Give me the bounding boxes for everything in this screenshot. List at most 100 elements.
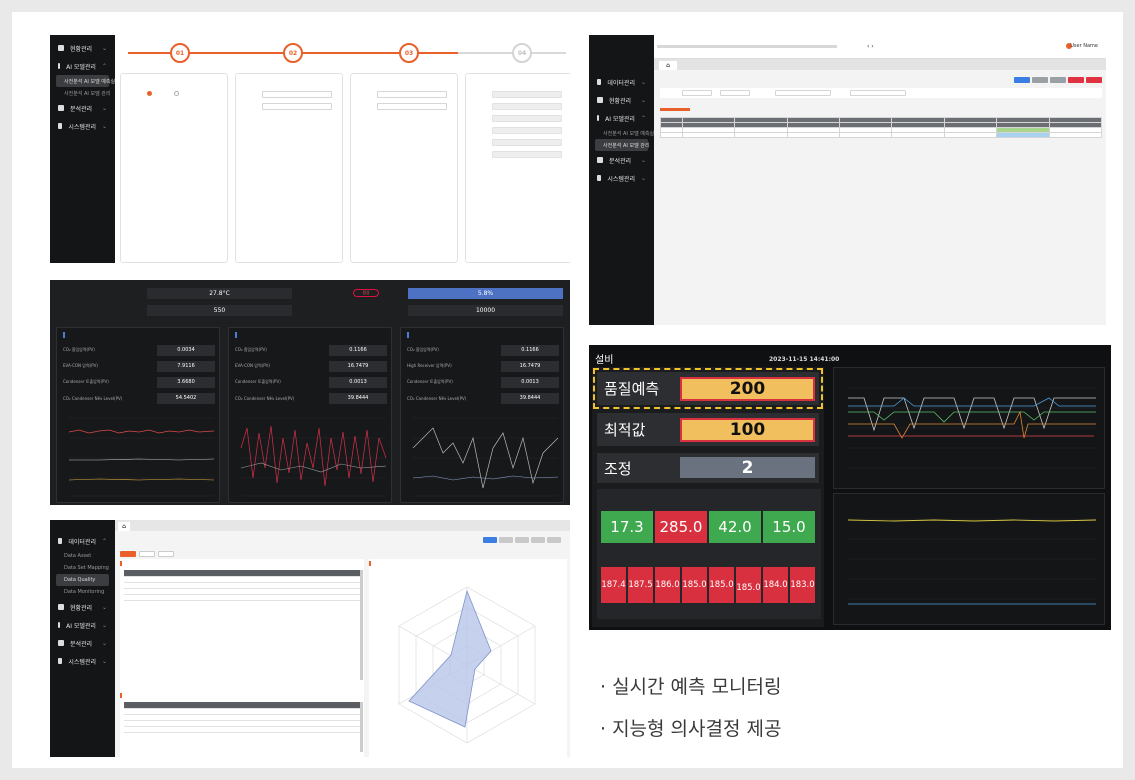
sidebar-item-system[interactable]: 시스템관리 ⌄ [589,169,654,187]
red-value-cell: 183.0 [790,567,815,603]
action-button[interactable] [547,537,561,543]
main-content [115,531,570,757]
metric-value: 16.7479 [329,360,387,372]
action-button[interactable] [531,537,545,543]
table-row[interactable] [659,132,1103,138]
sidebar-sub-predict[interactable]: 사전분석 AI 모델 예측실 [56,75,115,87]
scrollbar[interactable] [360,702,363,752]
search-button[interactable] [483,537,497,543]
sidebar-item-data[interactable]: 데이터관리 ⌄ [589,73,654,91]
section-marker [120,693,122,698]
delete-button[interactable] [1068,77,1084,83]
metric-value: 0.0034 [157,344,215,356]
sidebar-item-analysis[interactable]: 분석관리 ⌄ [50,99,115,117]
quality-table-2-card [120,691,364,757]
sidebar-item-ai-model[interactable]: AI 모델관리 ⌃ [50,57,115,75]
action-button[interactable] [515,537,529,543]
analysis-icon [597,157,603,163]
action-button[interactable] [499,537,513,543]
green-cell-1: 17.3 [601,511,653,543]
sidebar-item-analysis[interactable]: 분석관리 ⌄ [589,151,654,169]
add-button[interactable] [1050,77,1066,83]
radio-selected[interactable] [147,91,152,96]
sidebar-item-status[interactable]: 현황관리 ⌄ [50,39,115,57]
scrollbar[interactable] [360,570,363,680]
feature-bullet-2: · 지능형 의사결정 제공 [600,718,782,740]
chevron-down-icon: ⌄ [101,104,107,112]
metric-value: 7.9116 [157,360,215,372]
tab-home[interactable]: ⌂ [118,522,130,531]
status-icon [597,97,603,103]
sidebar-item-status[interactable]: 현황관리 ⌄ [589,91,654,109]
sidebar-item-data[interactable]: 데이터관리 ⌃ [50,532,115,550]
trend-chart-lower [833,493,1105,625]
metric-label: EVA-CON 압력(PV) [63,363,98,368]
sidebar-sub-data-monitoring[interactable]: Data Monitoring [50,586,115,598]
sidebar-item-system[interactable]: 시스템관리 ⌄ [50,652,115,670]
optimal-value: 100 [680,418,815,442]
sidebar-item-status[interactable]: 현황관리 ⌄ [50,598,115,616]
table-row[interactable] [124,726,360,733]
reset-button[interactable] [1032,77,1048,83]
sidebar: 데이터관리 ⌃ Data Asset Data Set Mapping Data … [50,520,115,757]
sidebar-sub-manage[interactable]: 사전분석 AI 모델 관리 [50,87,115,99]
search-button[interactable] [1014,77,1030,83]
step-2[interactable]: 02 [283,43,303,63]
quality-table-2 [124,702,360,733]
readonly-field [492,103,562,110]
equipment-select[interactable] [775,90,831,96]
sidebar-item-analysis[interactable]: 분석관리 ⌄ [50,634,115,652]
sidebar-sub-data-set-mapping[interactable]: Data Set Mapping [50,562,115,574]
model-input[interactable] [262,91,332,98]
adjust-label: 조정 [604,460,632,478]
cooling-section-2: ​ CO₂ 흡입압력(PV)0.1166 EVA-CON 압력(PV)16.74… [228,327,392,503]
quality-value: 200 [680,377,815,401]
gear-icon [58,658,63,664]
step-3[interactable]: 03 [399,43,419,63]
metric-value: 16.7479 [501,360,559,372]
chevron-down-icon: ⌄ [101,122,107,130]
sidebar-sub-predict[interactable]: 사전분석 AI 모델 예측실 [589,127,654,139]
model-select[interactable] [850,90,906,96]
radio-unselected[interactable] [174,91,179,96]
start-date-input[interactable] [682,90,712,96]
version-select[interactable] [262,103,332,110]
cooling-section-1: ​ CO₂ 흡입압력(PV)0.0034 EVA-CON 압력(PV)7.911… [56,327,220,503]
red-value-cell: 185.0 [709,567,734,603]
tab-home[interactable]: ⌂ [659,61,677,70]
step-4[interactable]: 04 [512,43,532,63]
database-icon [58,538,63,544]
nav-arrows-icon[interactable]: ‹ › [867,43,874,50]
tab-bar [115,520,570,531]
sidebar-item-system[interactable]: 시스템관리 ⌄ [50,117,115,135]
chevron-down-icon: ⌄ [640,174,646,182]
temperature-value: 27.8°C [147,288,292,299]
sidebar-sub-manage[interactable]: 사전분석 AI 모델 관리 [595,139,649,151]
end-date-input[interactable] [720,90,750,96]
end-date-input[interactable] [377,103,447,110]
sidebar-sub-data-quality[interactable]: Data Quality [56,574,109,586]
filter-tab[interactable] [158,551,174,557]
table-row[interactable] [124,594,360,601]
stop-button[interactable] [1086,77,1102,83]
chevron-down-icon: ⌄ [101,639,107,647]
chevron-down-icon: ⌄ [101,44,107,52]
chevron-up-icon: ⌃ [101,62,107,70]
red-value-cell: 185.0 [682,567,707,603]
metric-label: Condenser 토출압력(PV) [63,379,109,384]
metric-label: CO₂ 흡입압력(PV) [63,347,95,352]
filter-tab[interactable] [139,551,155,557]
step-card-2: ​ [235,73,343,263]
user-name[interactable]: User Name [1070,43,1098,49]
red-value-cell: 187.4 [601,567,626,603]
sidebar-item-ai-model[interactable]: AI 모델관리 ⌄ [50,616,115,634]
filter-tab-active[interactable] [120,551,136,557]
metric-label: Condenser 토출압력(PV) [407,379,453,384]
sidebar-sub-data-asset[interactable]: Data Asset [50,550,115,562]
start-date-input[interactable] [377,91,447,98]
step-card-1: ​ [120,73,228,263]
target-value: 10000 [408,305,563,316]
metric-value: 0.1166 [501,344,559,356]
sidebar-item-ai-model[interactable]: AI 모델관리 ⌃ [589,109,654,127]
step-1[interactable]: 01 [170,43,190,63]
